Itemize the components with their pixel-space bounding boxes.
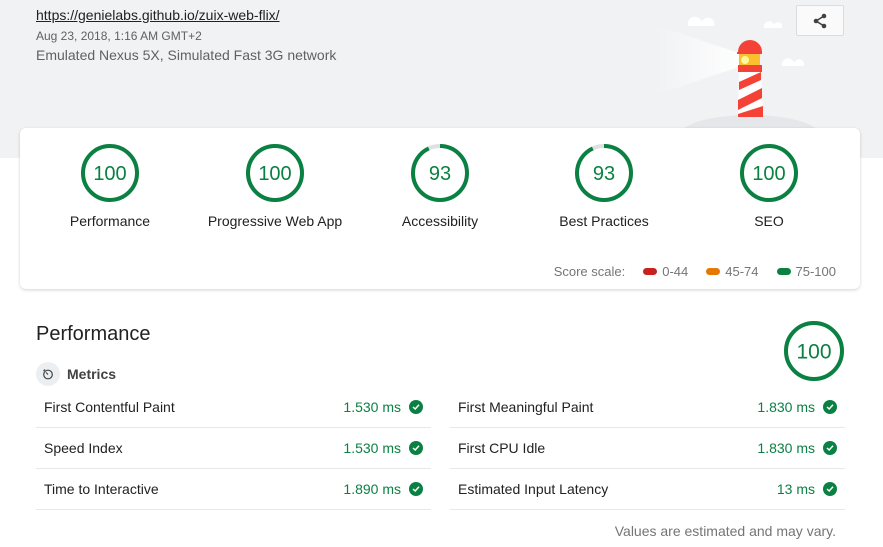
metric-row: First Meaningful Paint 1.830 ms xyxy=(450,387,845,428)
metric-value: 1.830 ms xyxy=(757,440,815,456)
score-value: 93 xyxy=(429,163,451,185)
score-scale-item: 0-44 xyxy=(643,264,688,279)
pass-check-icon xyxy=(409,400,423,414)
performance-section-title: Performance xyxy=(36,323,151,345)
score-gauge-ring: 100 xyxy=(246,144,304,202)
score-gauge-ring: 93 xyxy=(575,144,633,202)
share-icon xyxy=(813,13,827,28)
pass-check-icon xyxy=(823,400,837,414)
metrics-column-left: First Contentful Paint 1.530 ms Speed In… xyxy=(36,387,431,510)
pass-check-icon xyxy=(823,482,837,496)
gauge-label: Performance xyxy=(69,213,151,229)
metric-name: Estimated Input Latency xyxy=(458,481,609,497)
page-url-link[interactable]: https://genielabs.github.io/zuix-web-fli… xyxy=(36,7,280,23)
score-scale-item: 75-100 xyxy=(776,264,836,279)
metric-name: Time to Interactive xyxy=(44,481,159,497)
metrics-header: Metrics xyxy=(36,362,116,386)
score-gauge-ring: 100 xyxy=(784,321,844,381)
score-gauge-accessibility[interactable]: 93 Accessibility xyxy=(360,144,520,229)
score-value: 93 xyxy=(593,163,615,185)
score-scale-item: 45-74 xyxy=(706,264,759,279)
metrics-label: Metrics xyxy=(67,366,117,382)
metric-value: 13 ms xyxy=(776,481,815,497)
gauge-label: Best Practices xyxy=(559,213,649,229)
pass-check-icon xyxy=(823,441,837,455)
stopwatch-icon xyxy=(36,362,60,386)
metric-row: Time to Interactive 1.890 ms xyxy=(36,469,431,510)
score-scale: Score scale: 0-44 45-74 75-100 xyxy=(554,264,836,279)
metric-value: 1.530 ms xyxy=(343,399,401,415)
score-value: 100 xyxy=(258,163,291,185)
emulation-info: Emulated Nexus 5X, Simulated Fast 3G net… xyxy=(36,47,337,63)
metric-name: First CPU Idle xyxy=(458,440,546,456)
metric-name: First Contentful Paint xyxy=(44,399,175,415)
share-button[interactable] xyxy=(796,5,844,36)
metric-value: 1.890 ms xyxy=(343,481,401,497)
score-gauge-progressive-web-app[interactable]: 100 Progressive Web App xyxy=(195,144,355,229)
metric-row: First CPU Idle 1.830 ms xyxy=(450,428,845,469)
score-scale-swatch xyxy=(643,268,658,275)
score-scale-swatch xyxy=(706,268,721,275)
report-timestamp: Aug 23, 2018, 1:16 AM GMT+2 xyxy=(36,29,202,43)
score-gauge-performance[interactable]: 100 Performance xyxy=(30,144,190,229)
metric-value: 1.530 ms xyxy=(343,440,401,456)
metric-row: Estimated Input Latency 13 ms xyxy=(450,469,845,510)
gauge-label: Progressive Web App xyxy=(207,213,343,229)
score-scale-range: 0-44 xyxy=(662,264,689,279)
performance-score-gauge: 100 xyxy=(784,321,844,386)
score-value: 100 xyxy=(93,163,126,185)
score-scale-label: Score scale: xyxy=(553,264,626,279)
score-gauge-ring: 100 xyxy=(81,144,139,202)
score-gauge-ring: 100 xyxy=(740,144,798,202)
metric-value: 1.830 ms xyxy=(757,399,815,415)
metric-name: Speed Index xyxy=(44,440,123,456)
score-gauge-ring: 93 xyxy=(411,144,469,202)
metric-row: Speed Index 1.530 ms xyxy=(36,428,431,469)
score-scale-range: 75-100 xyxy=(795,264,836,279)
score-gauge-best-practices[interactable]: 93 Best Practices xyxy=(524,144,684,229)
pass-check-icon xyxy=(409,482,423,496)
metrics-column-right: First Meaningful Paint 1.830 ms First CP… xyxy=(450,387,845,510)
score-value: 100 xyxy=(752,163,785,185)
metric-name: First Meaningful Paint xyxy=(458,399,594,415)
gauge-label: SEO xyxy=(754,213,784,229)
score-scale-swatch xyxy=(776,268,791,275)
scores-summary-card: 100 Performance 100 Progressive Web App … xyxy=(20,128,860,289)
score-value: 100 xyxy=(796,341,831,364)
pass-check-icon xyxy=(409,441,423,455)
score-scale-range: 45-74 xyxy=(725,264,759,279)
metrics-footnote: Values are estimated and may vary. xyxy=(614,523,836,539)
score-gauge-seo[interactable]: 100 SEO xyxy=(689,144,849,229)
gauge-label: Accessibility xyxy=(401,213,479,229)
metric-row: First Contentful Paint 1.530 ms xyxy=(36,387,431,428)
